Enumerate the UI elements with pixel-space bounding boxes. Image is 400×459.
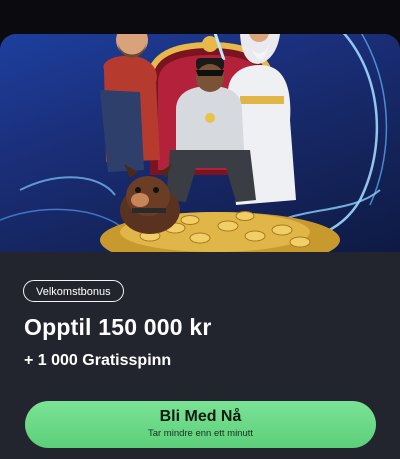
hero-illustration: [0, 34, 388, 252]
join-now-label: Bli Med Nå: [159, 408, 242, 425]
bonus-amount: Opptil 150 000 kr: [24, 314, 212, 340]
hero-banner: [0, 34, 400, 252]
join-now-sublabel: Tar mindre enn ett minutt: [147, 428, 254, 439]
promo-card: Velkomstbonus Opptil 150 000 kr + 1 000 …: [0, 34, 400, 459]
free-spins-text: + 1 000 Gratisspinn: [24, 352, 172, 369]
welcome-bonus-badge: Velkomstbonus: [23, 280, 124, 302]
promo-page: Velkomstbonus Opptil 150 000 kr + 1 000 …: [0, 0, 400, 459]
join-now-button[interactable]: Bli Med Nå Tar mindre enn ett minutt: [25, 401, 376, 448]
